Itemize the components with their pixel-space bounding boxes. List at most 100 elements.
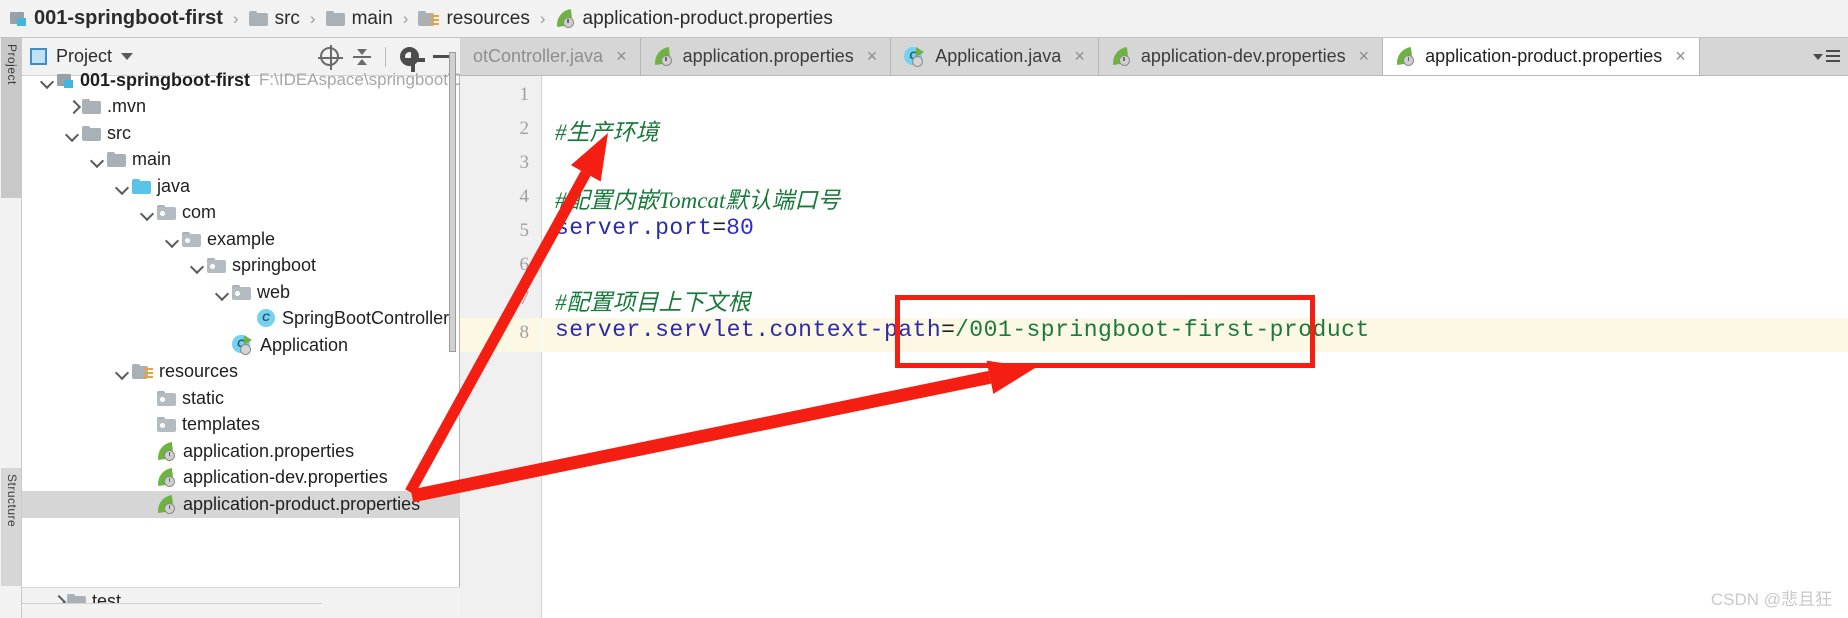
gutter-line-number[interactable]: 6 [520,254,530,276]
chevron-down-icon[interactable] [165,231,182,248]
tree-row[interactable]: java [22,173,460,200]
tree-row-label: application.properties [183,440,355,461]
spring-properties-icon [155,468,177,488]
chevron-right-icon[interactable] [65,98,82,115]
breadcrumb-item-resources[interactable]: resources [418,8,530,30]
tree-row-label: application-product.properties [183,493,421,514]
tree-row[interactable]: C Application [22,332,460,359]
chevron-down-icon[interactable] [215,284,232,301]
breadcrumb-separator: › [402,8,409,28]
tree-row-label: com [182,202,217,223]
chevron-down-icon[interactable] [190,257,207,274]
editor-tab[interactable]: C Application.java × [891,38,1099,75]
project-panel-toolbar [318,45,452,72]
module-icon [10,11,27,26]
code-token-comment: #配置项目上下文根 [555,290,751,315]
tree-row[interactable]: example [22,226,460,253]
close-icon[interactable]: × [1675,46,1686,67]
tree-row[interactable]: 001-springboot-first F:\IDEAspace\springb… [22,67,460,94]
tree-row[interactable]: C SpringBootController [22,306,460,333]
tool-window-tab-project[interactable]: Project [1,38,21,198]
gutter-line-number[interactable]: 2 [520,118,530,140]
gutter-line-number[interactable]: 1 [520,84,530,106]
gutter-line-number[interactable]: 8 [520,322,530,344]
tree-row-label: src [107,122,131,143]
tree-no-arrow-spacer [140,443,157,460]
editor-tab[interactable]: application-dev.properties × [1098,38,1384,75]
code-token-key: server.servlet.context-path [555,317,942,343]
spring-properties-icon [155,494,177,514]
gutter-line-number[interactable]: 4 [520,186,530,208]
tree-row-label: templates [182,414,261,435]
annotation-highlight-box [895,295,1315,368]
close-icon[interactable]: × [616,46,627,67]
gutter-line-number[interactable]: 3 [520,152,530,174]
breadcrumb-item-file[interactable]: application-product.properties [554,8,833,30]
tree-row[interactable]: main [22,147,460,174]
left-tool-strip: Project Structure [0,38,22,618]
code-token-number: 80 [726,215,754,241]
collapse-all-icon[interactable] [353,48,371,66]
tool-window-tab-structure[interactable]: Structure [1,468,21,586]
spring-properties-icon [652,46,674,66]
editor-tab-list-menu[interactable] [1805,38,1848,75]
package-icon [157,205,176,221]
chevron-down-icon[interactable] [115,178,132,195]
tree-row[interactable]: application-product.properties [22,491,460,518]
resources-folder-icon [132,363,153,380]
editor-tab[interactable]: application-product.properties × [1383,38,1700,75]
project-tool-window: Project 001-springboot-first F:\IDEAspace… [22,38,460,618]
gutter-line-number[interactable]: 5 [520,220,530,242]
chevron-down-icon[interactable] [115,363,132,380]
package-icon [232,284,251,300]
code-token-key: server.port [555,215,713,241]
tree-row[interactable]: application-dev.properties [22,465,460,492]
folder-icon [82,99,101,115]
tree-row[interactable]: static [22,385,460,412]
code-token-comment: #生产环境 [555,120,659,145]
tree-row-label: example [207,228,276,249]
close-icon[interactable]: × [867,46,878,67]
editor-tab-label: otController.java [473,46,604,66]
resources-folder-icon [418,10,440,27]
close-icon[interactable]: × [1074,46,1085,67]
tree-row[interactable]: templates [22,412,460,439]
tree-row[interactable]: springboot [22,253,460,280]
project-view-icon [30,48,47,65]
tree-row[interactable]: application.properties [22,438,460,465]
editor-tab[interactable]: application.properties × [640,38,892,75]
tree-row[interactable]: com [22,200,460,227]
chevron-down-icon[interactable] [140,204,157,221]
tree-row-label: 001-springboot-first [80,69,251,90]
tree-no-arrow-spacer [140,416,157,433]
chevron-down-icon[interactable] [90,151,107,168]
chevron-down-icon[interactable] [65,125,82,142]
tree-row[interactable]: resources [22,359,460,386]
folder-icon [107,152,126,168]
gutter-line-number[interactable]: 7 [520,288,530,310]
project-panel-title-group[interactable]: Project [30,46,134,67]
code-line[interactable]: server.port=80 [555,215,754,241]
tree-row-path: F:\IDEAspace\springboot\001-sp [259,70,460,90]
tree-row[interactable]: web [22,279,460,306]
editor-tab-label: application.properties [682,46,854,66]
code-line[interactable]: #生产环境 [555,113,659,147]
breadcrumb-item-src[interactable]: src [248,8,300,30]
tree-row[interactable]: .mvn [22,94,460,121]
chevron-down-icon[interactable] [40,72,57,89]
code-line[interactable]: #配置项目上下文根 [555,283,751,317]
locate-target-icon[interactable] [318,45,343,70]
breadcrumb-item-module[interactable]: 001-springboot-first [10,7,223,30]
tree-row[interactable]: src [22,120,460,147]
gear-icon[interactable] [400,47,425,72]
breadcrumb-item-main[interactable]: main [325,8,393,30]
spring-properties-icon [155,441,177,461]
tree-row-label: resources [159,361,239,382]
breadcrumb: 001-springboot-first › src › main › reso… [0,0,1848,38]
editor-tab[interactable]: otController.java × [460,38,641,75]
chevron-down-icon[interactable] [121,53,134,60]
panel-splitter-handle[interactable] [449,52,456,352]
close-icon[interactable]: × [1359,46,1370,67]
java-class-icon: C [257,309,276,328]
code-line[interactable]: #配置内嵌Tomcat默认端口号 [555,181,840,215]
